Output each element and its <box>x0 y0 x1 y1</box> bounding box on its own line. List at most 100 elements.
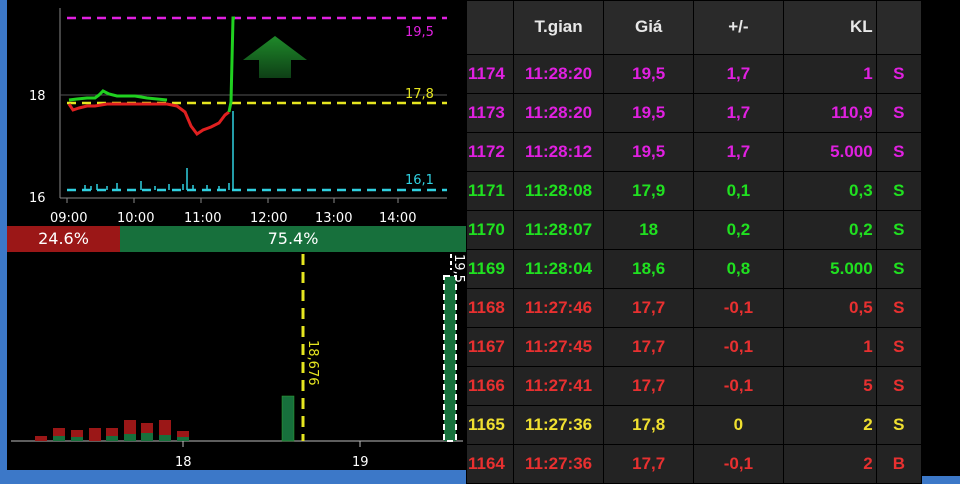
trade-time: 11:28:20 <box>512 54 605 94</box>
trade-side: S <box>875 93 923 133</box>
table-row[interactable]: 1164 11:27:36 17,7 -0,1 2 B <box>466 444 923 484</box>
y-tick-label: 18 <box>29 89 46 104</box>
trade-id: 1174 <box>466 54 514 94</box>
trade-change: -0,1 <box>693 444 784 484</box>
trade-time: 11:28:08 <box>512 171 605 211</box>
x-tick-label: 13:00 <box>315 211 352 226</box>
trade-side: S <box>875 54 923 94</box>
average-price-label: 18,676 <box>305 340 320 386</box>
y-tick-label: 16 <box>29 191 46 206</box>
trade-price: 19,5 <box>603 54 695 94</box>
sell-ratio-bar: 24.6% <box>7 226 120 252</box>
trade-time: 11:27:41 <box>512 366 605 406</box>
trade-volume: 2 <box>782 405 877 445</box>
trade-volume: 5.000 <box>782 132 877 172</box>
trades-panel: T.gian Giá +/- KL 1174 11:28:20 19,5 1,7 1 S 1… <box>466 0 923 484</box>
trade-price: 19,5 <box>603 93 695 133</box>
trade-id: 1168 <box>466 288 514 328</box>
x-tick-label: 19 <box>352 455 369 470</box>
trade-price: 17,7 <box>603 327 695 367</box>
x-tick-label: 18 <box>175 455 192 470</box>
column-header-price[interactable]: Giá <box>603 0 695 55</box>
trade-volume: 5.000 <box>782 249 877 289</box>
column-header-volume[interactable]: KL <box>782 0 877 55</box>
trade-volume: 1 <box>782 54 877 94</box>
trade-change: 1,7 <box>693 132 784 172</box>
trade-id: 1171 <box>466 171 514 211</box>
trade-time: 11:27:36 <box>512 405 605 445</box>
trade-side: S <box>875 171 923 211</box>
ceiling-label: 19,5 <box>405 25 434 40</box>
trades-table: T.gian Giá +/- KL 1174 11:28:20 19,5 1,7 1 S 1… <box>466 0 923 484</box>
buy-ratio-bar: 75.4% <box>120 226 466 252</box>
trade-volume: 0,5 <box>782 288 877 328</box>
x-tick-label: 10:00 <box>117 211 154 226</box>
trade-side: S <box>875 210 923 250</box>
table-row[interactable]: 1172 11:28:12 19,5 1,7 5.000 S <box>466 132 923 172</box>
trade-price: 17,7 <box>603 288 695 328</box>
trade-id: 1173 <box>466 93 514 133</box>
trade-id: 1165 <box>466 405 514 445</box>
trade-volume: 2 <box>782 444 877 484</box>
table-row[interactable]: 1170 11:28:07 18 0,2 0,2 S <box>466 210 923 250</box>
trade-change: -0,1 <box>693 288 784 328</box>
trade-time: 11:28:07 <box>512 210 605 250</box>
table-row[interactable]: 1173 11:28:20 19,5 1,7 110,9 S <box>466 93 923 133</box>
trade-change: 0,1 <box>693 171 784 211</box>
trade-volume: 110,9 <box>782 93 877 133</box>
table-row[interactable]: 1171 11:28:08 17,9 0,1 0,3 S <box>466 171 923 211</box>
trade-change: -0,1 <box>693 366 784 406</box>
column-header-id[interactable] <box>466 0 514 55</box>
table-row[interactable]: 1167 11:27:45 17,7 -0,1 1 S <box>466 327 923 367</box>
trade-change: 0,2 <box>693 210 784 250</box>
trade-change: 0,8 <box>693 249 784 289</box>
trade-side: S <box>875 132 923 172</box>
trade-change: -0,1 <box>693 327 784 367</box>
trade-side: S <box>875 288 923 328</box>
trade-price: 18,6 <box>603 249 695 289</box>
ceiling-price-label: 19,5 <box>451 254 466 283</box>
trade-time: 11:27:36 <box>512 444 605 484</box>
table-row[interactable]: 1174 11:28:20 19,5 1,7 1 S <box>466 54 923 94</box>
trade-price: 17,9 <box>603 171 695 211</box>
x-tick-label: 12:00 <box>250 211 287 226</box>
table-row[interactable]: 1168 11:27:46 17,7 -0,1 0,5 S <box>466 288 923 328</box>
trade-change: 0 <box>693 405 784 445</box>
trade-price: 19,5 <box>603 132 695 172</box>
trade-side: S <box>875 327 923 367</box>
trade-time: 11:28:12 <box>512 132 605 172</box>
column-header-time[interactable]: T.gian <box>512 0 605 55</box>
table-row[interactable]: 1166 11:27:41 17,7 -0,1 5 S <box>466 366 923 406</box>
trade-id: 1172 <box>466 132 514 172</box>
trade-volume: 0,2 <box>782 210 877 250</box>
table-header: T.gian Giá +/- KL <box>466 0 923 55</box>
trade-volume: 1 <box>782 327 877 367</box>
reference-label: 17,8 <box>405 87 434 102</box>
trade-price: 18 <box>603 210 695 250</box>
trade-time: 11:28:04 <box>512 249 605 289</box>
floor-label: 16,1 <box>405 173 434 188</box>
trade-price: 17,7 <box>603 366 695 406</box>
trade-id: 1169 <box>466 249 514 289</box>
trade-side: S <box>875 366 923 406</box>
trade-price: 17,7 <box>603 444 695 484</box>
trade-id: 1170 <box>466 210 514 250</box>
volume-by-price-chart[interactable]: 18 19 18,676 19,5 <box>7 252 466 470</box>
x-tick-label: 09:00 <box>50 211 87 226</box>
window-border <box>0 0 7 476</box>
trade-id: 1164 <box>466 444 514 484</box>
window-border <box>0 470 466 476</box>
trade-side: B <box>875 444 923 484</box>
column-header-change[interactable]: +/- <box>693 0 784 55</box>
table-row[interactable]: 1165 11:27:36 17,8 0 2 S <box>466 405 923 445</box>
intraday-price-chart[interactable]: 19,5 17,8 16,1 18 16 09:00 10:00 11:00 1… <box>7 0 466 226</box>
trade-volume: 5 <box>782 366 877 406</box>
column-header-side[interactable] <box>875 0 923 55</box>
right-margin <box>922 0 960 476</box>
x-tick-label: 11:00 <box>184 211 221 226</box>
trade-volume: 0,3 <box>782 171 877 211</box>
table-row[interactable]: 1169 11:28:04 18,6 0,8 5.000 S <box>466 249 923 289</box>
trade-id: 1166 <box>466 366 514 406</box>
trade-time: 11:27:46 <box>512 288 605 328</box>
trade-id: 1167 <box>466 327 514 367</box>
